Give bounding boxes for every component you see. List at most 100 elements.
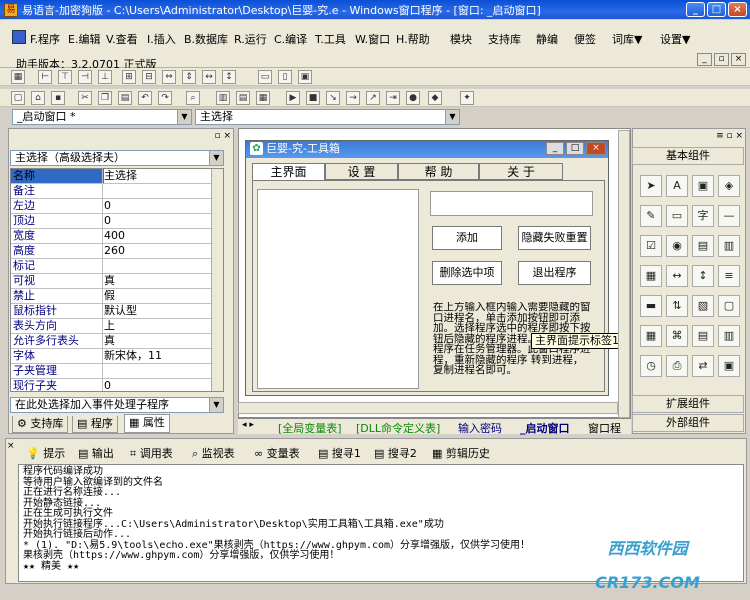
align-top-icon[interactable]: ⊥ <box>98 70 112 84</box>
tab-global-vars[interactable]: [全局变量表] <box>278 420 342 436</box>
center-h-icon[interactable]: ⊞ <box>122 70 136 84</box>
layout-2-icon[interactable]: ▤ <box>236 91 250 105</box>
space-v-icon[interactable]: ⇕ <box>182 70 196 84</box>
mdi-minimize-button[interactable]: _ <box>697 53 712 66</box>
step-into-icon[interactable]: ↘ <box>326 91 340 105</box>
find-icon[interactable]: ⌕ <box>186 91 200 105</box>
line-icon[interactable]: — <box>718 205 740 227</box>
tab-hint[interactable]: 💡 提示 <box>26 447 65 461</box>
property-row[interactable]: 字体 新宋体，11 <box>11 349 223 364</box>
step-out-icon[interactable]: ↗ <box>366 91 380 105</box>
tab-clip-history[interactable]: ▦ 剪辑历史 <box>432 447 490 461</box>
same-width-icon[interactable]: ↔ <box>202 70 216 84</box>
tab-variables[interactable]: ∞ 变量表 <box>254 447 300 461</box>
event-selector[interactable]: 在此处选择加入事件处理子程序 ▼ <box>10 397 224 413</box>
shape-icon[interactable]: ◈ <box>718 175 740 197</box>
listbox-icon[interactable]: ▤ <box>692 235 714 257</box>
minimize-button[interactable]: _ <box>686 2 705 17</box>
palette-controls[interactable]: ≡ ▫ × <box>716 131 743 141</box>
output-close-icon[interactable]: × <box>7 441 15 451</box>
property-row[interactable]: 顶边 0 <box>11 214 223 229</box>
timer-icon[interactable]: ◷ <box>640 355 662 377</box>
tab-about[interactable]: 关 于 <box>479 163 563 180</box>
tab-icon[interactable]: ▧ <box>692 295 714 317</box>
mdi-close-button[interactable]: × <box>731 53 746 66</box>
space-h-icon[interactable]: ⇔ <box>162 70 176 84</box>
hide-fail-reset-button[interactable]: 隐藏失败重置 <box>518 226 591 250</box>
calendar-icon[interactable]: ▣ <box>718 355 740 377</box>
open-file-icon[interactable]: ⌂ <box>31 91 45 105</box>
spin-icon[interactable]: ⇅ <box>666 295 688 317</box>
tab-settings[interactable]: 设 置 <box>325 163 398 180</box>
menu-program[interactable]: F.程序 <box>30 31 60 47</box>
grid-icon[interactable]: ▦ <box>11 70 25 84</box>
tree-icon[interactable]: ⌘ <box>666 325 688 347</box>
save-icon[interactable]: ▪ <box>51 91 65 105</box>
design-h-scrollbar[interactable] <box>238 402 618 414</box>
menu-run[interactable]: R.运行 <box>234 31 267 47</box>
tab-output[interactable]: ▤ 输出 <box>78 447 114 461</box>
run-icon[interactable]: ▶ <box>286 91 300 105</box>
data-icon[interactable]: ⇄ <box>692 355 714 377</box>
property-grid[interactable]: 名称 主选择 备注 左边 0 顶边 0 宽度 400 高度 260 标记 可视真禁止假鼠标指针 默认型 表头… <box>10 168 224 392</box>
cut-icon[interactable]: ✂ <box>78 91 92 105</box>
layout-1-icon[interactable]: ▥ <box>216 91 230 105</box>
tab-search1[interactable]: ▤ 搜寻1 <box>318 447 361 461</box>
extended-components-button[interactable]: 扩展组件 <box>632 395 744 413</box>
copy-icon[interactable]: ❐ <box>98 91 112 105</box>
menu-edit[interactable]: E.编辑 <box>68 31 100 47</box>
menu-view[interactable]: V.查看 <box>106 31 138 47</box>
exit-button[interactable]: 退出程序 <box>518 261 591 285</box>
external-components-button[interactable]: 外部组件 <box>632 414 744 432</box>
menu-compile[interactable]: C.编译 <box>274 31 307 47</box>
process-list[interactable] <box>257 189 419 389</box>
property-row[interactable]: 禁止 假 <box>11 289 223 304</box>
debug-icon[interactable]: ◆ <box>428 91 442 105</box>
step-over-icon[interactable]: → <box>346 91 360 105</box>
mdi-restore-button[interactable]: ▫ <box>714 53 729 66</box>
breakpoint-icon[interactable]: ● <box>406 91 420 105</box>
menu-insert[interactable]: I.插入 <box>147 31 176 47</box>
menu-help[interactable]: H.帮助 <box>396 31 430 47</box>
align-left-icon[interactable]: ⊢ <box>38 70 52 84</box>
menu-settings[interactable]: 设置▼ <box>660 31 690 47</box>
property-scrollbar[interactable] <box>211 169 223 391</box>
label-icon[interactable]: A <box>666 175 688 197</box>
pointer-icon[interactable]: ➤ <box>640 175 662 197</box>
text-icon[interactable]: 字 <box>692 205 714 227</box>
menu-tools[interactable]: T.工具 <box>315 31 346 47</box>
add-button[interactable]: 添加 <box>432 226 502 250</box>
property-row[interactable]: 子夹管理 <box>11 364 223 379</box>
menu-notes[interactable]: 便签 <box>574 31 596 47</box>
same-height-icon[interactable]: ↕ <box>222 70 236 84</box>
property-row[interactable]: 高度 260 <box>11 244 223 259</box>
tab-properties[interactable]: ▦ 属性 <box>124 414 170 433</box>
tab-watch[interactable]: ⌕ 监视表 <box>192 447 235 461</box>
new-file-icon[interactable]: ▢ <box>11 91 25 105</box>
form-maximize-button[interactable]: □ <box>566 142 584 155</box>
file-icon[interactable]: ▥ <box>718 325 740 347</box>
checkbox-icon[interactable]: ☑ <box>640 235 662 257</box>
property-row[interactable]: 备注 <box>11 184 223 199</box>
menu-support-lib[interactable]: 支持库 <box>488 31 521 47</box>
menu-window[interactable]: W.窗口 <box>355 31 390 47</box>
undo-icon[interactable]: ↶ <box>138 91 152 105</box>
delete-selected-button[interactable]: 删除选中项 <box>432 261 502 285</box>
combobox-icon[interactable]: ▥ <box>718 235 740 257</box>
align-center-icon[interactable]: ⊤ <box>58 70 72 84</box>
layout-3-icon[interactable]: ▦ <box>256 91 270 105</box>
property-row[interactable]: 表头方向 上 <box>11 319 223 334</box>
scroll-v-icon[interactable]: ↕ <box>692 265 714 287</box>
tab-scroll-arrows[interactable]: ◂ ▸ <box>242 420 254 430</box>
menu-static[interactable]: 静编 <box>536 31 558 47</box>
tab-startup-window[interactable]: _启动窗口 <box>520 420 570 436</box>
property-object-combo[interactable]: 主选择（高级选择夫） ▼ <box>10 150 224 166</box>
paste-icon[interactable]: ▤ <box>118 91 132 105</box>
menu-icon[interactable]: ≡ <box>718 265 740 287</box>
image-icon[interactable]: ▣ <box>692 175 714 197</box>
printer-icon[interactable]: ⎙ <box>666 355 688 377</box>
panel-controls[interactable]: ▫ × <box>214 131 231 141</box>
tab-call-table[interactable]: ⌗ 调用表 <box>130 447 173 461</box>
table-icon[interactable]: ▦ <box>640 325 662 347</box>
close-button[interactable]: × <box>728 2 747 17</box>
